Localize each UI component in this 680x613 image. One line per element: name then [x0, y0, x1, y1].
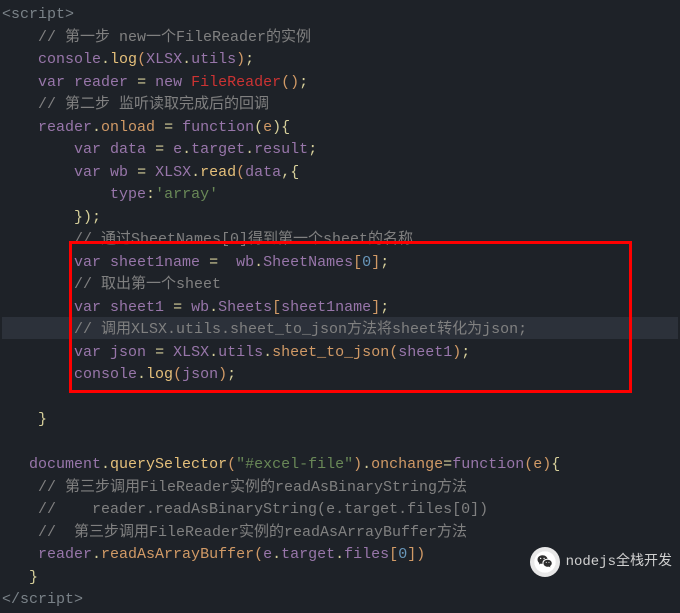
watermark: nodejs全栈开发: [530, 547, 672, 577]
code-line: document.querySelector("#excel-file").on…: [2, 454, 678, 477]
code-line: </script>: [2, 589, 678, 612]
code-line: // 第一步 new一个FileReader的实例: [2, 27, 678, 50]
code-line: var sheet1name = wb.SheetNames[0];: [2, 252, 678, 275]
code-line: });: [2, 207, 678, 230]
comment: // 第三步调用FileReader实例的readAsArrayBuffer方法: [38, 524, 467, 541]
code-line: var sheet1 = wb.Sheets[sheet1name];: [2, 297, 678, 320]
code-line: [2, 387, 678, 410]
code-line: console.log(json);: [2, 364, 678, 387]
comment: // 调用XLSX.utils.sheet_to_json方法将sheet转化为…: [74, 321, 527, 338]
code-line: // 第二步 监听读取完成后的回调: [2, 94, 678, 117]
code-line: var data = e.target.result;: [2, 139, 678, 162]
code-line: reader.onload = function(e){: [2, 117, 678, 140]
code-line: // 取出第一个sheet: [2, 274, 678, 297]
comment: // 通过SheetNames[0]得到第一个sheet的名称: [74, 231, 413, 248]
wechat-icon: [530, 547, 560, 577]
code-line: // reader.readAsBinaryString(e.target.fi…: [2, 499, 678, 522]
code-line: var wb = XLSX.read(data,{: [2, 162, 678, 185]
comment: // 第二步 监听读取完成后的回调: [38, 96, 269, 113]
script-close-tag: </script>: [2, 591, 83, 608]
code-line: <script>: [2, 4, 678, 27]
comment: // 取出第一个sheet: [74, 276, 221, 293]
code-line: // 第三步调用FileReader实例的readAsBinaryString方…: [2, 477, 678, 500]
script-open-tag: <script>: [2, 6, 74, 23]
code-line: // 调用XLSX.utils.sheet_to_json方法将sheet转化为…: [2, 319, 678, 342]
code-line: var json = XLSX.utils.sheet_to_json(shee…: [2, 342, 678, 365]
comment: // 第三步调用FileReader实例的readAsBinaryString方…: [38, 479, 467, 496]
code-line: var reader = new FileReader();: [2, 72, 678, 95]
code-line: }: [2, 409, 678, 432]
code-line: type:'array': [2, 184, 678, 207]
code-block: <script> // 第一步 new一个FileReader的实例 conso…: [2, 4, 678, 612]
code-line: // 第三步调用FileReader实例的readAsArrayBuffer方法: [2, 522, 678, 545]
code-line: // 通过SheetNames[0]得到第一个sheet的名称: [2, 229, 678, 252]
watermark-text: nodejs全栈开发: [566, 552, 672, 573]
code-line: console.log(XLSX.utils);: [2, 49, 678, 72]
code-line: [2, 432, 678, 455]
comment: // reader.readAsBinaryString(e.target.fi…: [38, 501, 488, 518]
comment: // 第一步 new一个FileReader的实例: [38, 29, 311, 46]
